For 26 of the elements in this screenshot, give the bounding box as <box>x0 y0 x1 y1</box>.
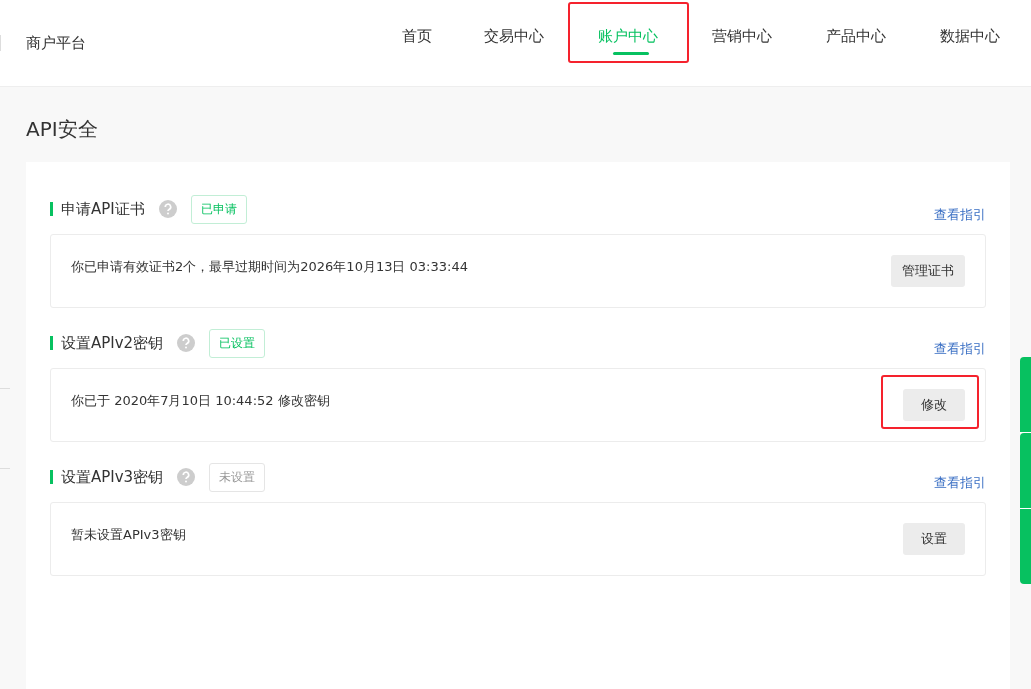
nav-tab[interactable]: 交易中心 <box>457 26 571 60</box>
help-icon[interactable] <box>177 334 196 352</box>
section-title: 设置APIv3密钥 <box>50 470 164 484</box>
action-button[interactable]: 修改 <box>903 389 965 421</box>
help-icon[interactable] <box>158 200 177 218</box>
section-title: 申请API证书 <box>50 202 145 216</box>
action-button[interactable]: 设置 <box>903 523 965 555</box>
info-text: 你已申请有效证书2个，最早过期时间为2026年10月13日 03:33:44 <box>71 258 469 276</box>
page-title: API安全 <box>26 116 99 142</box>
nav-tab[interactable]: 数据中心 <box>913 26 1027 60</box>
guide-link[interactable]: 查看指引 <box>934 340 986 358</box>
status-badge: 已设置 <box>209 328 266 358</box>
info-text: 你已于 2020年7月10日 10:44:52 修改密钥 <box>71 392 331 410</box>
section-title: 设置APIv2密钥 <box>50 336 164 350</box>
status-badge: 已申请 <box>190 194 247 224</box>
action-button[interactable]: 管理证书 <box>891 255 965 287</box>
help-icon[interactable] <box>177 468 196 486</box>
nav-tab[interactable]: 首页 <box>377 26 457 60</box>
nav-tab[interactable]: 产品中心 <box>799 26 913 60</box>
nav-tab[interactable]: 营销中心 <box>685 26 799 60</box>
guide-link[interactable]: 查看指引 <box>934 206 986 224</box>
guide-link[interactable]: 查看指引 <box>934 474 986 492</box>
info-text: 暂未设置APIv3密钥 <box>71 526 187 544</box>
brand-name: 商户平台 <box>26 33 86 53</box>
status-badge: 未设置 <box>209 462 266 492</box>
side-tab-strip[interactable] <box>1020 357 1031 584</box>
